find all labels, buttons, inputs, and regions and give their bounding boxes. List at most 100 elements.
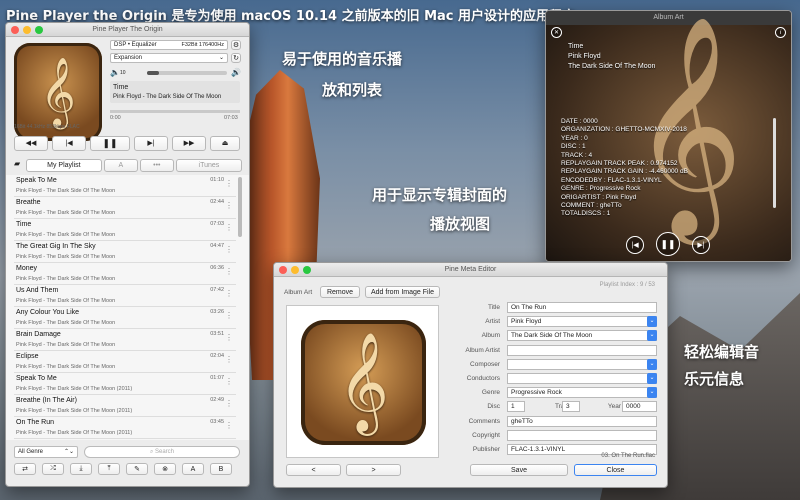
copyright-field[interactable] bbox=[507, 430, 657, 441]
genre-label: Genre bbox=[481, 389, 500, 396]
player-window-title: Pine Player The Origin bbox=[92, 26, 163, 33]
repeat-button[interactable]: ⇄ bbox=[14, 463, 36, 475]
previous-button[interactable]: |◀ bbox=[52, 136, 86, 151]
save-button[interactable]: Save bbox=[470, 464, 568, 476]
next-button[interactable]: ▶| bbox=[134, 136, 168, 151]
chevron-down-icon[interactable]: ⌄ bbox=[647, 359, 657, 370]
more-menu-icon[interactable]: ⋮ bbox=[225, 421, 233, 430]
refresh-icon[interactable]: ↻ bbox=[231, 53, 241, 63]
next-track-button[interactable]: > bbox=[346, 464, 401, 476]
next-button[interactable]: ▶| bbox=[692, 236, 710, 254]
stop-button[interactable]: ⊗ bbox=[154, 463, 176, 475]
add-from-image-file-button[interactable]: Add from Image File bbox=[365, 286, 440, 298]
more-menu-icon[interactable]: ⋮ bbox=[225, 355, 233, 364]
playlist-row[interactable]: The Great Gig In The Sky Pink Floyd - The… bbox=[14, 241, 236, 263]
tab-more[interactable]: ••• bbox=[139, 159, 174, 172]
minimize-window-button[interactable] bbox=[291, 266, 299, 274]
fast-forward-icon: ▶▶ bbox=[183, 140, 195, 147]
export-button[interactable]: ⤒ bbox=[98, 463, 120, 475]
previous-track-button[interactable]: < bbox=[286, 464, 341, 476]
expansion-select[interactable]: Expansion ⌄ bbox=[110, 53, 228, 63]
tab-my-playlist[interactable]: My Playlist bbox=[26, 159, 102, 172]
composer-field[interactable]: ⌄ bbox=[507, 359, 657, 370]
more-menu-icon[interactable]: ⋮ bbox=[225, 223, 233, 232]
player-titlebar[interactable]: Pine Player The Origin bbox=[6, 23, 249, 37]
meta-editor-window: Pine Meta Editor Album Art Remove Add fr… bbox=[273, 262, 668, 488]
track-title: Breathe bbox=[16, 199, 41, 206]
info-icon[interactable]: i bbox=[775, 27, 786, 38]
track-duration: 07:42 bbox=[210, 287, 224, 293]
conductors-field[interactable]: ⌄ bbox=[507, 373, 657, 384]
genre-field[interactable]: Progressive Rock ⌄ bbox=[507, 387, 657, 398]
track-duration: 02:04 bbox=[210, 353, 224, 359]
playlist-row[interactable]: Speak To Me Pink Floyd - The Dark Side Of… bbox=[14, 175, 236, 197]
previous-button[interactable]: |◀ bbox=[626, 236, 644, 254]
more-menu-icon[interactable]: ⋮ bbox=[225, 377, 233, 386]
search-input[interactable]: ⌕ Search bbox=[84, 446, 240, 458]
more-menu-icon[interactable]: ⋮ bbox=[225, 333, 233, 342]
close-window-button[interactable] bbox=[11, 26, 19, 34]
comments-field[interactable]: gheTTo bbox=[507, 416, 657, 427]
more-menu-icon[interactable]: ⋮ bbox=[225, 289, 233, 298]
close-icon[interactable]: ✕ bbox=[551, 27, 562, 38]
progress-bar[interactable] bbox=[110, 110, 240, 113]
settings-icon[interactable]: ⚙ bbox=[231, 40, 241, 50]
dsp-equalizer-button[interactable]: DSP • Equalizer F32Bit 176400Hz bbox=[110, 40, 228, 50]
playlist-row[interactable]: Breathe Pink Floyd - The Dark Side Of The… bbox=[14, 197, 236, 219]
album-field[interactable]: The Dark Side Of The Moon ⌄ bbox=[507, 330, 657, 341]
more-menu-icon[interactable]: ⋮ bbox=[225, 399, 233, 408]
playlist-row[interactable]: Any Colour You Like Pink Floyd - The Dark… bbox=[14, 307, 236, 329]
close-button[interactable]: Close bbox=[574, 464, 657, 476]
year-field[interactable]: 0000 bbox=[622, 401, 657, 412]
more-menu-icon[interactable]: ⋮ bbox=[225, 201, 233, 210]
zoom-window-button[interactable] bbox=[303, 266, 311, 274]
playlist-row[interactable]: Eclipse Pink Floyd - The Dark Side Of The… bbox=[14, 351, 236, 373]
track-artist: Pink Floyd - The Dark Side Of The Moon bbox=[16, 254, 116, 260]
more-menu-icon[interactable]: ⋮ bbox=[225, 267, 233, 276]
more-menu-icon[interactable]: ⋮ bbox=[225, 179, 233, 188]
title-field[interactable]: On The Run bbox=[507, 302, 657, 313]
album-artist-field[interactable] bbox=[507, 345, 657, 356]
playlist-row[interactable]: Money Pink Floyd - The Dark Side Of The M… bbox=[14, 263, 236, 285]
eject-button[interactable]: ⏏ bbox=[210, 136, 240, 151]
fast-forward-button[interactable]: ▶▶ bbox=[172, 136, 206, 151]
more-menu-icon[interactable]: ⋮ bbox=[225, 311, 233, 320]
more-menu-icon[interactable]: ⋮ bbox=[225, 245, 233, 254]
zoom-window-button[interactable] bbox=[35, 26, 43, 34]
folder-icon[interactable]: ▰ bbox=[14, 159, 24, 173]
shuffle-button[interactable]: ⤮ bbox=[42, 463, 64, 475]
minimize-window-button[interactable] bbox=[23, 26, 31, 34]
edit-button[interactable]: ✎ bbox=[126, 463, 148, 475]
artist-field[interactable]: Pink Floyd ⌄ bbox=[507, 316, 657, 327]
volume-slider[interactable] bbox=[147, 71, 227, 75]
chevron-down-icon[interactable]: ⌄ bbox=[647, 330, 657, 341]
pause-button[interactable]: ❚❚ bbox=[656, 232, 680, 256]
chevron-down-icon[interactable]: ⌄ bbox=[647, 373, 657, 384]
tab-a[interactable]: A bbox=[103, 159, 138, 172]
rewind-button[interactable]: ◀◀ bbox=[14, 136, 48, 151]
playlist-row[interactable]: Us And Them Pink Floyd - The Dark Side Of… bbox=[14, 285, 236, 307]
chevron-down-icon[interactable]: ⌄ bbox=[647, 316, 657, 327]
album-art-drop-area[interactable]: 𝄞 bbox=[286, 305, 439, 458]
pause-button[interactable]: ❚❚ bbox=[90, 136, 130, 151]
playlist-index: Playlist Index : 9 / 53 bbox=[599, 282, 655, 288]
chevron-down-icon[interactable]: ⌄ bbox=[647, 387, 657, 398]
playlist-row[interactable]: Speak To Me Pink Floyd - The Dark Side Of… bbox=[14, 373, 236, 395]
playlist-row[interactable]: Breathe (In The Air) Pink Floyd - The Dar… bbox=[14, 395, 236, 417]
meta-titlebar[interactable]: Pine Meta Editor bbox=[274, 263, 667, 277]
title-label: Title bbox=[487, 304, 500, 311]
b-button[interactable]: B bbox=[210, 463, 232, 475]
playlist-row[interactable]: Time Pink Floyd - The Dark Side Of The Mo… bbox=[14, 219, 236, 241]
playlist-row[interactable]: On The Run Pink Floyd - The Dark Side Of … bbox=[14, 417, 236, 439]
playlist-scrollbar[interactable] bbox=[238, 177, 242, 237]
remove-button[interactable]: Remove bbox=[320, 286, 360, 298]
import-button[interactable]: ⤓ bbox=[70, 463, 92, 475]
close-window-button[interactable] bbox=[279, 266, 287, 274]
genre-select[interactable]: All Genre ⌃⌄ bbox=[14, 446, 78, 458]
tab-itunes[interactable]: iTunes bbox=[175, 159, 242, 172]
tag-line: REPLAYGAIN TRACK GAIN : -4.460000 dB bbox=[561, 168, 688, 176]
playlist-row[interactable]: Brain Damage Pink Floyd - The Dark Side O… bbox=[14, 329, 236, 351]
albumart-scrollbar[interactable] bbox=[773, 118, 776, 208]
chevron-down-icon: ⌃⌄ bbox=[63, 449, 74, 455]
a-button[interactable]: A bbox=[182, 463, 204, 475]
